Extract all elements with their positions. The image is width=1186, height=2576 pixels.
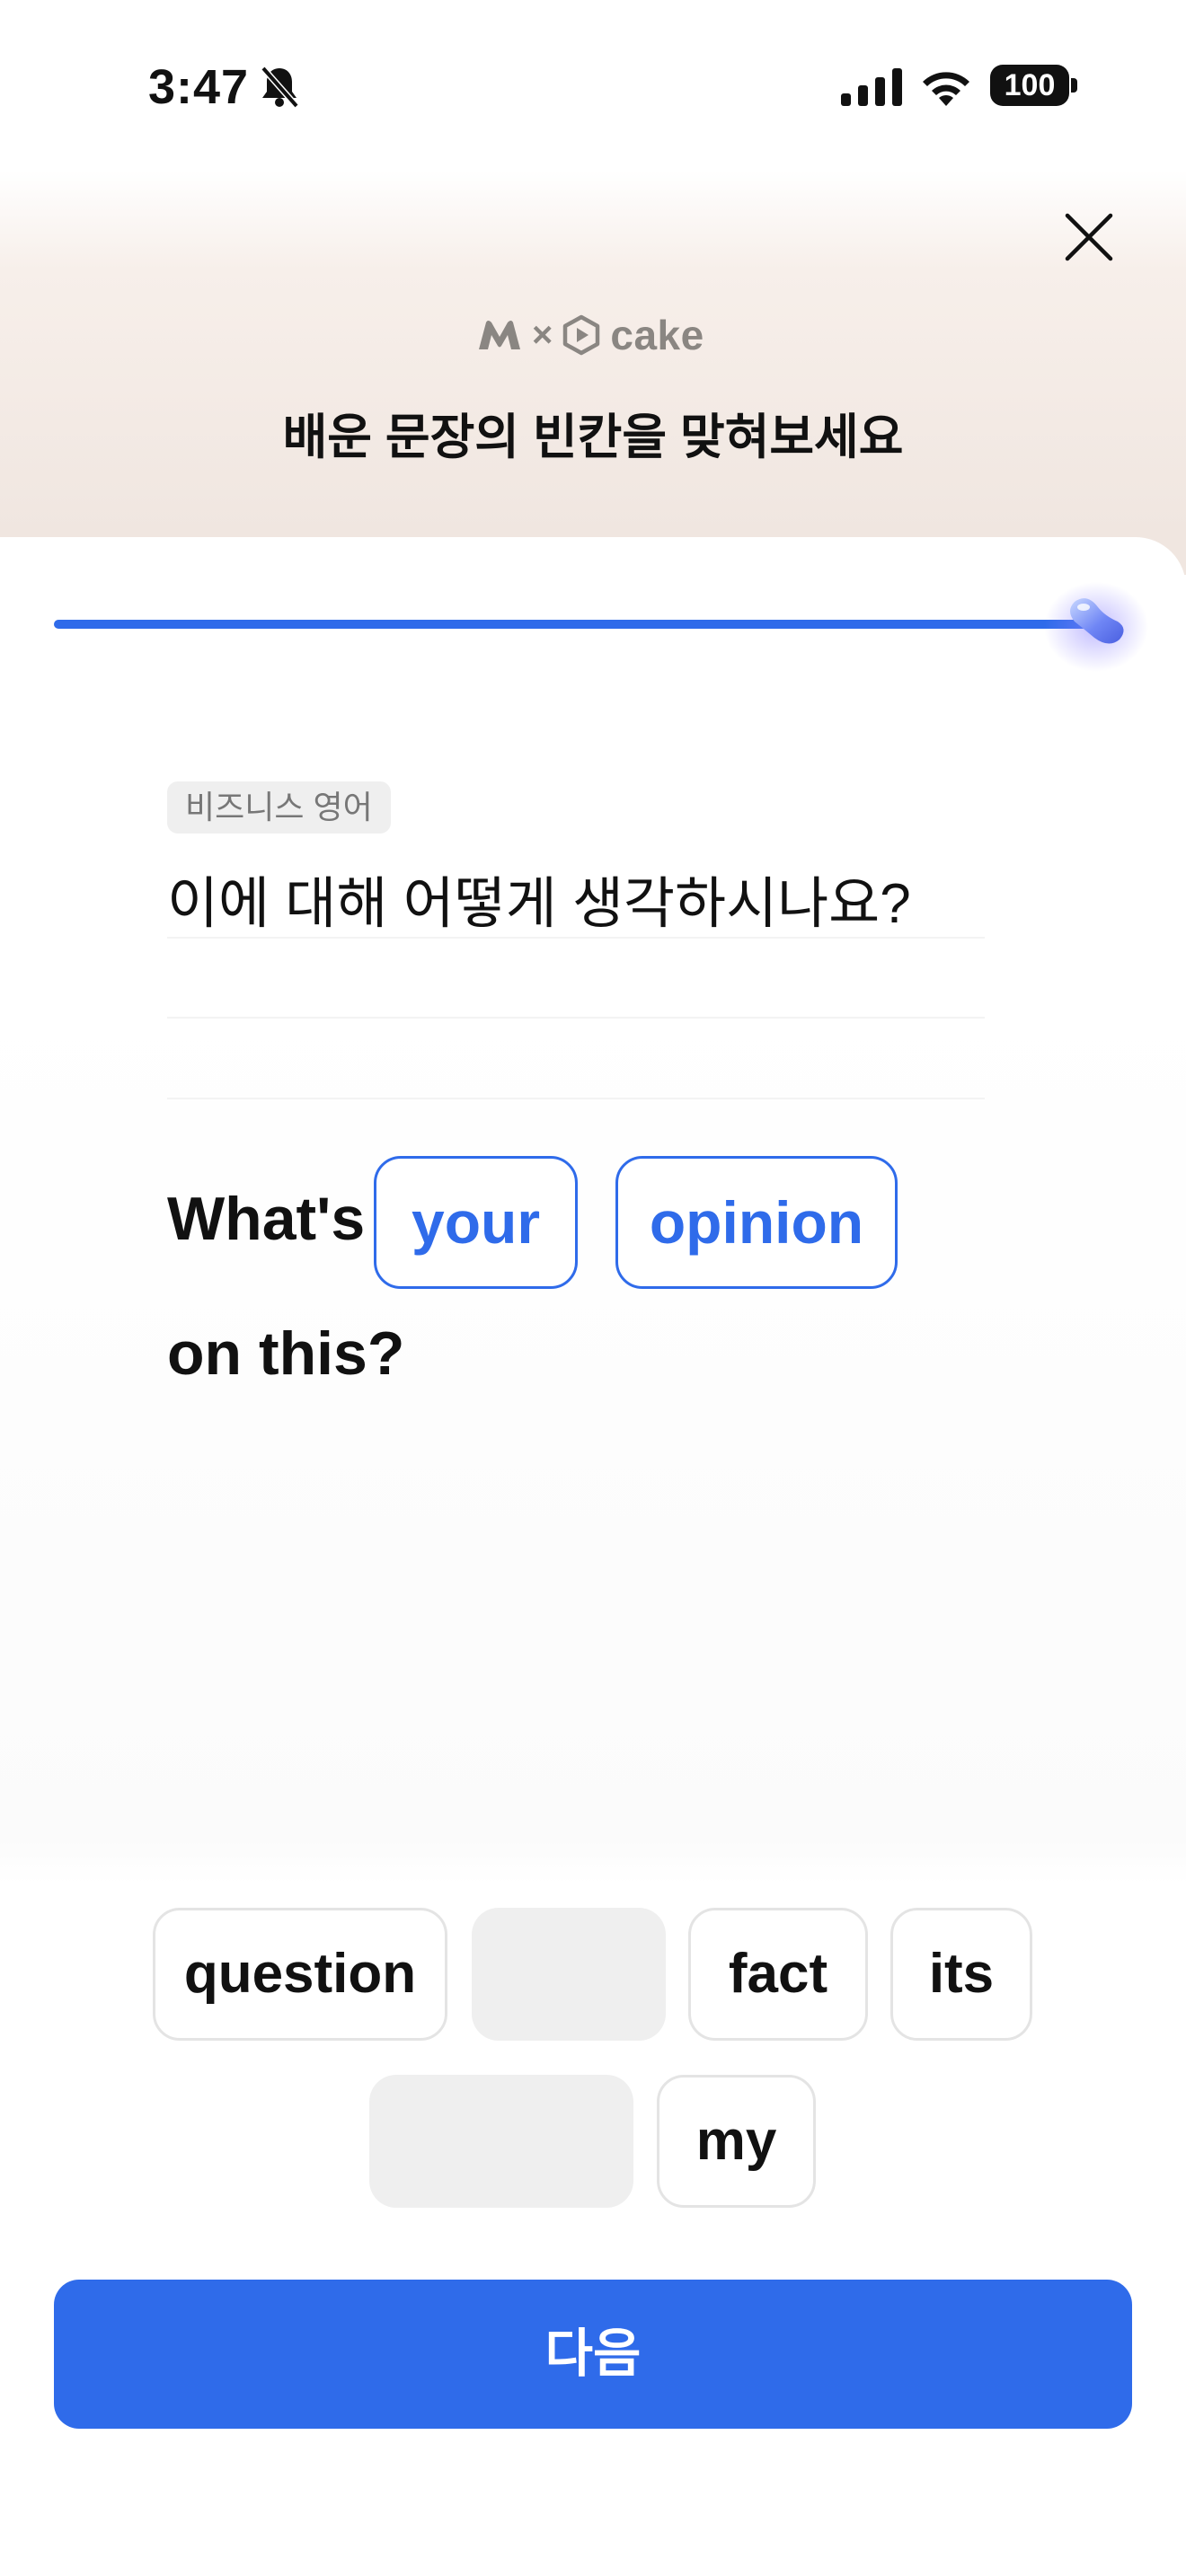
brand-logo: × cake [476, 312, 710, 358]
progress-fill [54, 620, 1096, 629]
sentence-end: on this? [167, 1319, 405, 1388]
cake-play-icon [563, 314, 600, 356]
jellybean-progress-icon [1044, 582, 1148, 672]
divider-line [167, 937, 985, 939]
korean-sentence: 이에 대해 어떻게 생각하시나요? [167, 873, 911, 935]
category-badge: 비즈니스 영어 [167, 781, 391, 834]
brand-name: cake [610, 312, 704, 358]
divider-line [167, 1017, 985, 1019]
m-logo-icon [479, 321, 520, 349]
quiz-screen: 3:47 100 × cake 배운 문장의 빈칸을 맞혀보세요 비즈니스 영어… [0, 0, 1186, 2576]
battery-cap [1071, 78, 1077, 93]
word-slot-empty [369, 2075, 633, 2208]
close-icon[interactable] [1060, 208, 1118, 266]
page-title: 배운 문장의 빈칸을 맞혀보세요 [282, 410, 904, 464]
word-slot-empty [472, 1908, 666, 2041]
word-chip-my[interactable]: my [657, 2075, 816, 2208]
progress-bar [54, 620, 1096, 629]
status-time: 3:47 [148, 60, 250, 114]
battery-level: 100 [990, 65, 1069, 106]
answer-chip-opinion[interactable]: opinion [615, 1156, 898, 1289]
next-button[interactable]: 다음 [54, 2280, 1132, 2429]
battery-indicator: 100 [990, 65, 1078, 106]
wifi-icon [923, 72, 969, 106]
word-chip-question[interactable]: question [153, 1908, 447, 2041]
answer-chip-your[interactable]: your [374, 1156, 578, 1289]
word-chip-fact[interactable]: fact [688, 1908, 868, 2041]
word-chip-its[interactable]: its [890, 1908, 1032, 2041]
content-sheet [0, 537, 1186, 2576]
brand-separator: × [532, 314, 553, 355]
bell-off-icon [261, 66, 299, 109]
divider-line [167, 1098, 985, 1099]
sentence-start: What's [167, 1185, 366, 1253]
cellular-signal-icon [841, 68, 902, 106]
